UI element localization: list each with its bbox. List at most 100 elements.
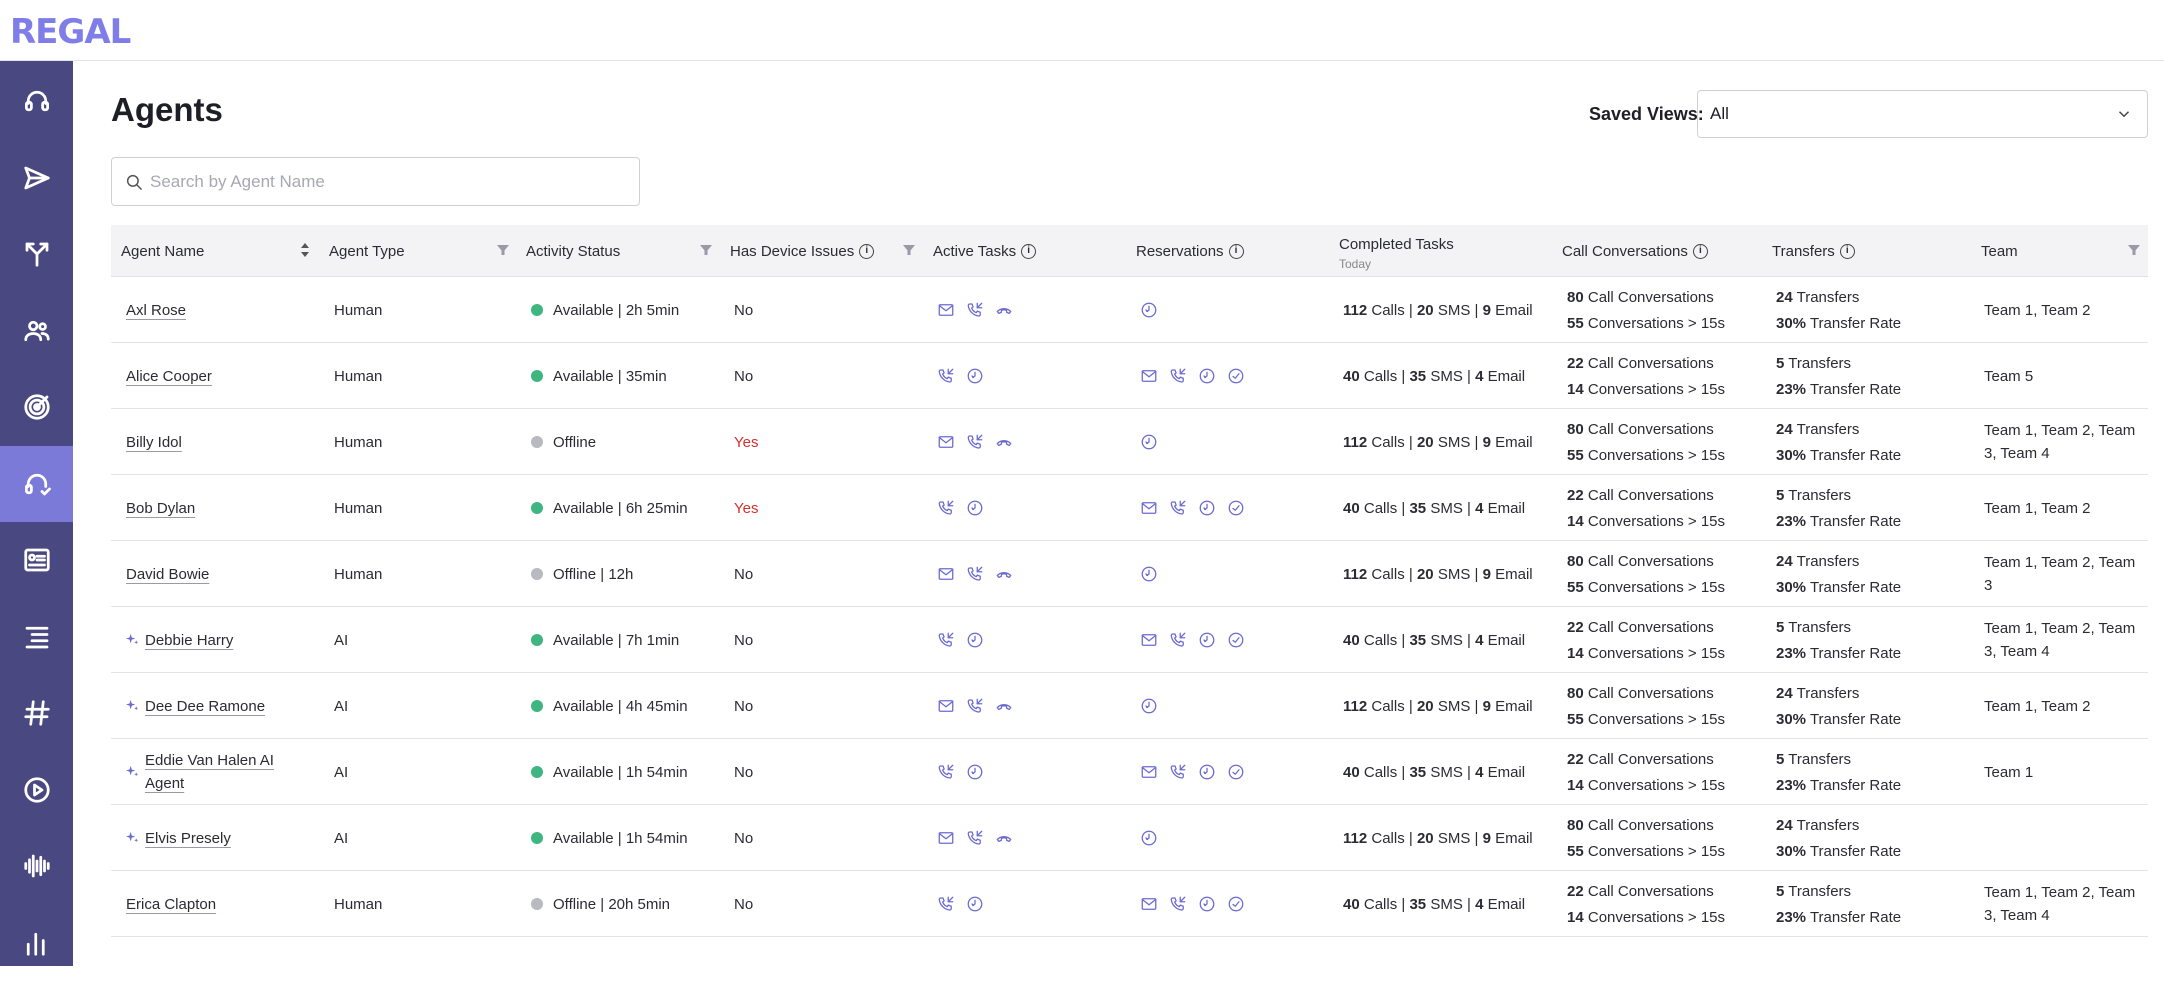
col-agent-name[interactable]: Agent Name [121,225,311,277]
phone-incoming-icon[interactable] [937,763,955,781]
col-reservations[interactable]: Reservations i [1136,225,1316,277]
agent-name-link[interactable]: Bob Dylan [126,497,195,520]
phone-incoming-icon[interactable] [1169,499,1187,517]
timer-icon[interactable] [966,763,984,781]
agent-name-link[interactable]: David Bowie [126,563,209,586]
col-team[interactable]: Team [1981,225,2131,277]
check-circle-icon[interactable] [1227,895,1245,913]
mail-icon[interactable] [937,697,955,715]
timer-icon[interactable] [1198,367,1216,385]
search-input[interactable] [150,158,630,205]
sidebar-item-waveform[interactable] [0,828,73,904]
phone-incoming-icon[interactable] [966,829,984,847]
agent-name-link[interactable]: Billy Idol [126,431,182,454]
filter-icon[interactable] [496,243,510,257]
agent-name-link[interactable]: Elvis Presely [145,827,231,850]
timer-icon[interactable] [1140,433,1158,451]
sidebar-item-list[interactable] [0,599,73,675]
timer-icon[interactable] [1140,829,1158,847]
check-circle-icon[interactable] [1227,631,1245,649]
timer-icon[interactable] [966,631,984,649]
table-row[interactable]: Axl Rose Human Available | 2h 5min No 112 Ca… [111,277,2148,343]
agent-name-link[interactable]: Alice Cooper [126,365,212,388]
agent-name-link[interactable]: Erica Clapton [126,893,216,916]
agent-name-link[interactable]: Eddie Van Halen AI Agent [145,749,295,795]
filter-icon[interactable] [902,243,916,257]
mail-icon[interactable] [937,301,955,319]
sidebar-item-profile-card[interactable] [0,522,73,598]
table-row[interactable]: Elvis Presely AI Available | 1h 54min No 112… [111,805,2148,871]
mail-icon[interactable] [937,565,955,583]
phone-incoming-icon[interactable] [1169,763,1187,781]
col-transfers[interactable]: Transfers i [1772,225,1952,277]
table-row[interactable]: David Bowie Human Offline | 12h No 112 Calls… [111,541,2148,607]
mail-icon[interactable] [937,829,955,847]
info-icon[interactable]: i [859,243,875,259]
phone-incoming-icon[interactable] [937,895,955,913]
info-icon[interactable]: i [1839,243,1855,259]
mail-icon[interactable] [1140,367,1158,385]
table-row[interactable]: Erica Clapton Human Offline | 20h 5min No 40… [111,871,2148,937]
agent-name-link[interactable]: Axl Rose [126,299,186,322]
filter-icon[interactable] [2127,243,2141,257]
timer-icon[interactable] [1140,565,1158,583]
sidebar-item-headset[interactable] [0,63,73,139]
table-row[interactable]: Bob Dylan Human Available | 6h 25min Yes 40 … [111,475,2148,541]
sidebar-item-target[interactable] [0,369,73,445]
table-row[interactable]: Eddie Van Halen AI Agent AI Available | 1h… [111,739,2148,805]
table-row[interactable]: Billy Idol Human Offline Yes 112 Calls | 20 … [111,409,2148,475]
regal-logo[interactable]: REGAL [10,12,131,52]
timer-icon[interactable] [1140,301,1158,319]
phone-incoming-icon[interactable] [966,433,984,451]
info-icon[interactable]: i [1692,243,1708,259]
saved-views-select[interactable]: All [1697,90,2148,138]
timer-icon[interactable] [1198,895,1216,913]
phone-hangup-icon[interactable] [995,829,1013,847]
timer-icon[interactable] [1198,763,1216,781]
sidebar-item-play[interactable] [0,752,73,828]
table-row[interactable]: Debbie Harry AI Available | 7h 1min No 40 Ca… [111,607,2148,673]
phone-incoming-icon[interactable] [1169,631,1187,649]
filter-icon[interactable] [699,243,713,257]
col-activity-status[interactable]: Activity Status [526,225,706,277]
phone-hangup-icon[interactable] [995,697,1013,715]
check-circle-icon[interactable] [1227,763,1245,781]
timer-icon[interactable] [1198,499,1216,517]
phone-incoming-icon[interactable] [1169,367,1187,385]
phone-incoming-icon[interactable] [937,499,955,517]
phone-hangup-icon[interactable] [995,301,1013,319]
timer-icon[interactable] [1140,697,1158,715]
phone-incoming-icon[interactable] [1169,895,1187,913]
phone-incoming-icon[interactable] [966,565,984,583]
col-active-tasks[interactable]: Active Tasks i [933,225,1113,277]
sidebar-item-agents-headset[interactable] [0,445,73,522]
sidebar-item-send[interactable] [0,140,73,216]
col-has-device-issues[interactable]: Has Device Issues i [730,225,910,277]
info-icon[interactable]: i [1021,243,1037,259]
mail-icon[interactable] [1140,895,1158,913]
timer-icon[interactable] [966,367,984,385]
sidebar-item-branch[interactable] [0,216,73,292]
timer-icon[interactable] [966,499,984,517]
col-completed-tasks[interactable]: Completed Tasks Today [1339,225,1539,277]
mail-icon[interactable] [937,433,955,451]
phone-hangup-icon[interactable] [995,565,1013,583]
phone-incoming-icon[interactable] [937,367,955,385]
phone-incoming-icon[interactable] [966,301,984,319]
agent-name-link[interactable]: Debbie Harry [145,629,233,652]
phone-incoming-icon[interactable] [966,697,984,715]
mail-icon[interactable] [1140,499,1158,517]
check-circle-icon[interactable] [1227,499,1245,517]
phone-hangup-icon[interactable] [995,433,1013,451]
timer-icon[interactable] [1198,631,1216,649]
agent-name-link[interactable]: Dee Dee Ramone [145,695,265,718]
mail-icon[interactable] [1140,631,1158,649]
table-row[interactable]: Alice Cooper Human Available | 35min No 40 C… [111,343,2148,409]
phone-incoming-icon[interactable] [937,631,955,649]
col-agent-type[interactable]: Agent Type [329,225,509,277]
table-row[interactable]: Dee Dee Ramone AI Available | 4h 45min No 11… [111,673,2148,739]
sidebar-item-contacts[interactable] [0,293,73,369]
sidebar-item-bar-chart[interactable] [0,905,73,981]
col-call-conversations[interactable]: Call Conversations i [1562,225,1762,277]
sort-icon[interactable] [300,242,310,258]
